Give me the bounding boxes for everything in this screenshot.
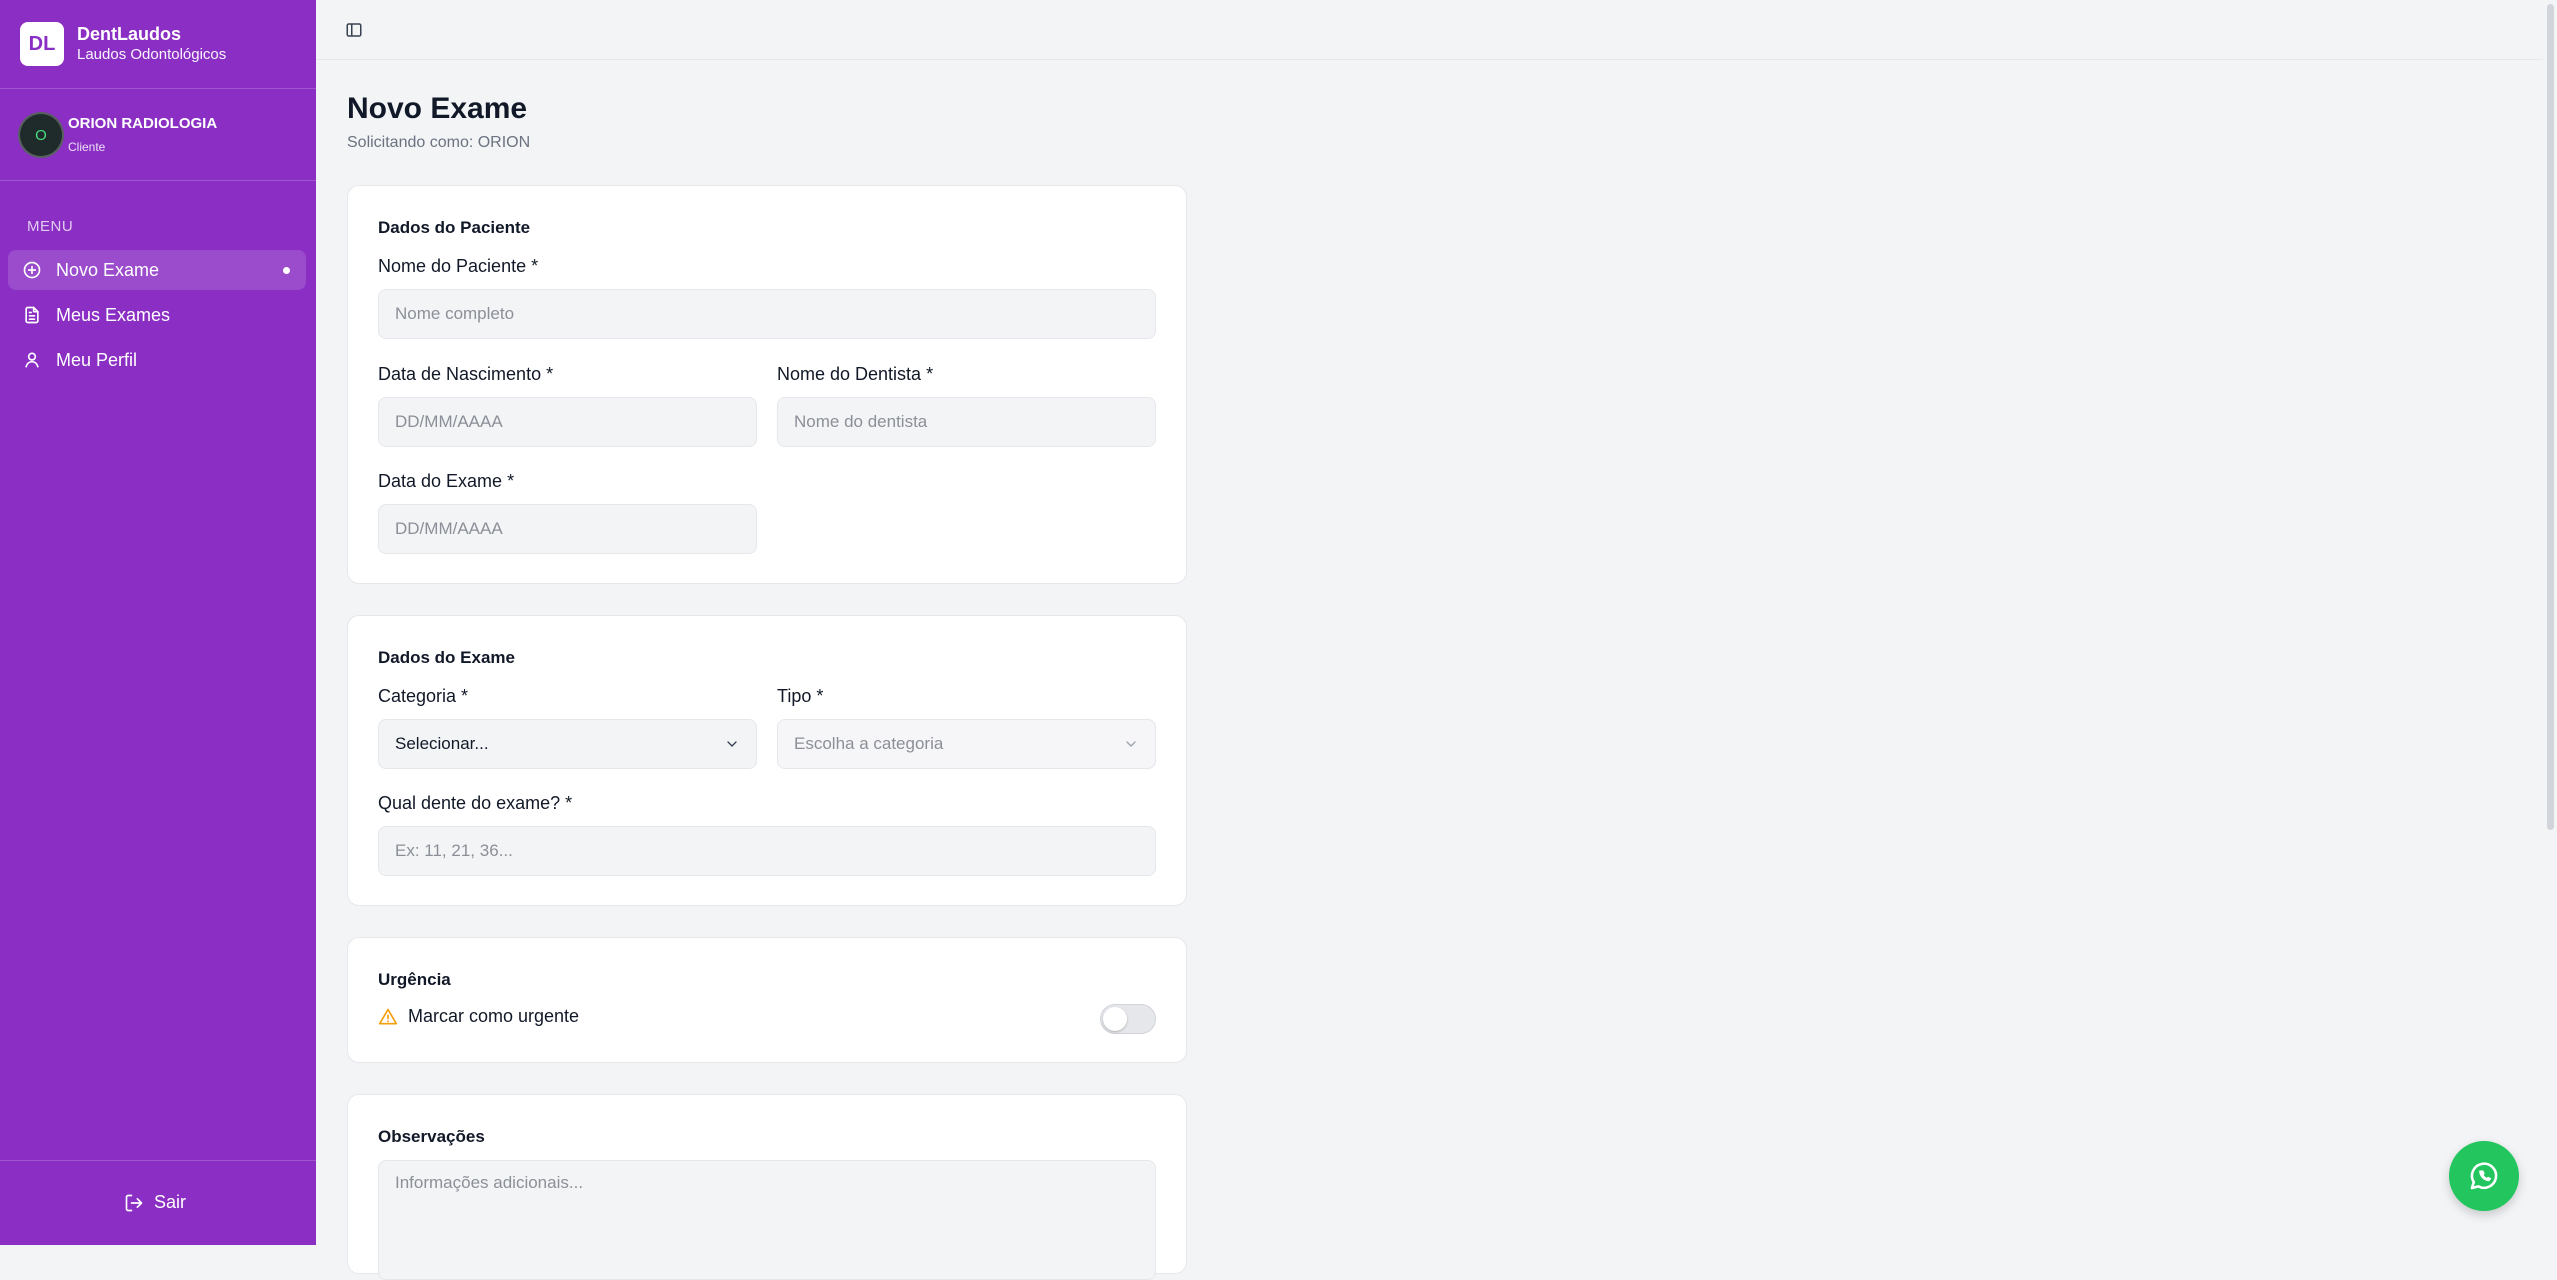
tooth-input[interactable] [378, 826, 1156, 876]
urgency-card: Urgência Marcar como urgente [347, 937, 1187, 1063]
exam-card: Dados do Exame Categoria * Selecionar...… [347, 615, 1187, 906]
scrollbar-thumb[interactable] [2547, 4, 2554, 830]
birth-date-label: Data de Nascimento * [378, 364, 554, 384]
user-name: ORION RADIOLOGIA [68, 115, 218, 132]
plus-circle-icon [23, 261, 41, 279]
section-title: Dados do Paciente [378, 218, 531, 237]
type-value: Escolha a categoria [794, 734, 944, 753]
logout-icon [125, 1194, 143, 1211]
user-icon [25, 352, 39, 368]
urgent-toggle-label: Marcar como urgente [408, 1006, 580, 1026]
sidebar-menu: Novo Exame Meus Exames Meu Perfil [8, 250, 306, 385]
exam-date-input[interactable] [378, 504, 757, 554]
sidebar-toggle-icon [346, 23, 362, 37]
section-title: Urgência [378, 970, 451, 989]
avatar: O [18, 112, 64, 158]
tooth-label: Qual dente do exame? * [378, 793, 573, 813]
toggle-knob [1103, 1007, 1127, 1031]
birth-date-input[interactable] [378, 397, 757, 447]
urgent-row: Marcar como urgente [378, 1006, 579, 1027]
page-title: Novo Exame [347, 92, 528, 125]
notes-card: Observações [347, 1094, 1187, 1280]
sidebar-item-novo-exame[interactable]: Novo Exame [8, 250, 306, 290]
sidebar-item-label: Novo Exame [56, 259, 160, 280]
sidebar-divider [0, 1160, 316, 1161]
urgent-toggle[interactable] [1100, 1004, 1156, 1034]
patient-name-label: Nome do Paciente * [378, 256, 539, 276]
document-icon [25, 306, 39, 324]
sidebar-item-meus-exames[interactable]: Meus Exames [8, 295, 306, 335]
section-title: Dados do Exame [378, 648, 515, 667]
user-profile: O ORION RADIOLOGIA Cliente [18, 112, 217, 158]
type-select[interactable]: Escolha a categoria [777, 719, 1156, 769]
active-indicator [283, 266, 290, 274]
brand[interactable]: DL DentLaudos Laudos Odontológicos [20, 22, 226, 66]
brand-subtitle: Laudos Odontológicos [77, 46, 227, 63]
user-role: Cliente [68, 140, 106, 154]
dentist-name-label: Nome do Dentista * [777, 364, 934, 384]
exam-date-label: Data do Exame * [378, 471, 515, 491]
warning-icon [378, 1008, 398, 1024]
dentist-name-input[interactable] [777, 397, 1156, 447]
category-value: Selecionar... [395, 734, 489, 753]
menu-label: MENU [27, 218, 74, 235]
sidebar-divider [0, 88, 316, 89]
chevron-down-icon [1126, 741, 1136, 747]
sidebar: DL DentLaudos Laudos Odontológicos O ORI… [0, 0, 316, 1245]
logout-button[interactable]: Sair [124, 1192, 186, 1213]
sidebar-toggle-button[interactable] [342, 18, 366, 42]
patient-card: Dados do Paciente Nome do Paciente * Dat… [347, 185, 1187, 584]
category-select[interactable]: Selecionar... [378, 719, 757, 769]
brand-name: DentLaudos [77, 24, 182, 44]
type-label: Tipo * [777, 686, 824, 706]
sidebar-item-label: Meus Exames [56, 304, 171, 325]
patient-name-input[interactable] [378, 289, 1156, 339]
sidebar-item-meu-perfil[interactable]: Meu Perfil [8, 340, 306, 380]
top-bar [316, 0, 2557, 60]
whatsapp-icon [2470, 1162, 2498, 1190]
scrollbar[interactable] [2543, 0, 2557, 1245]
section-title: Observações [378, 1127, 485, 1146]
sidebar-divider [0, 180, 316, 181]
sidebar-item-label: Meu Perfil [56, 349, 138, 370]
page-subtitle: Solicitando como: ORION [347, 134, 531, 151]
whatsapp-button[interactable] [2449, 1141, 2519, 1211]
brand-logo: DL [20, 22, 64, 66]
chevron-down-icon [727, 741, 737, 747]
category-label: Categoria * [378, 686, 469, 706]
logout-label: Sair [154, 1192, 187, 1212]
notes-textarea[interactable] [378, 1160, 1156, 1280]
